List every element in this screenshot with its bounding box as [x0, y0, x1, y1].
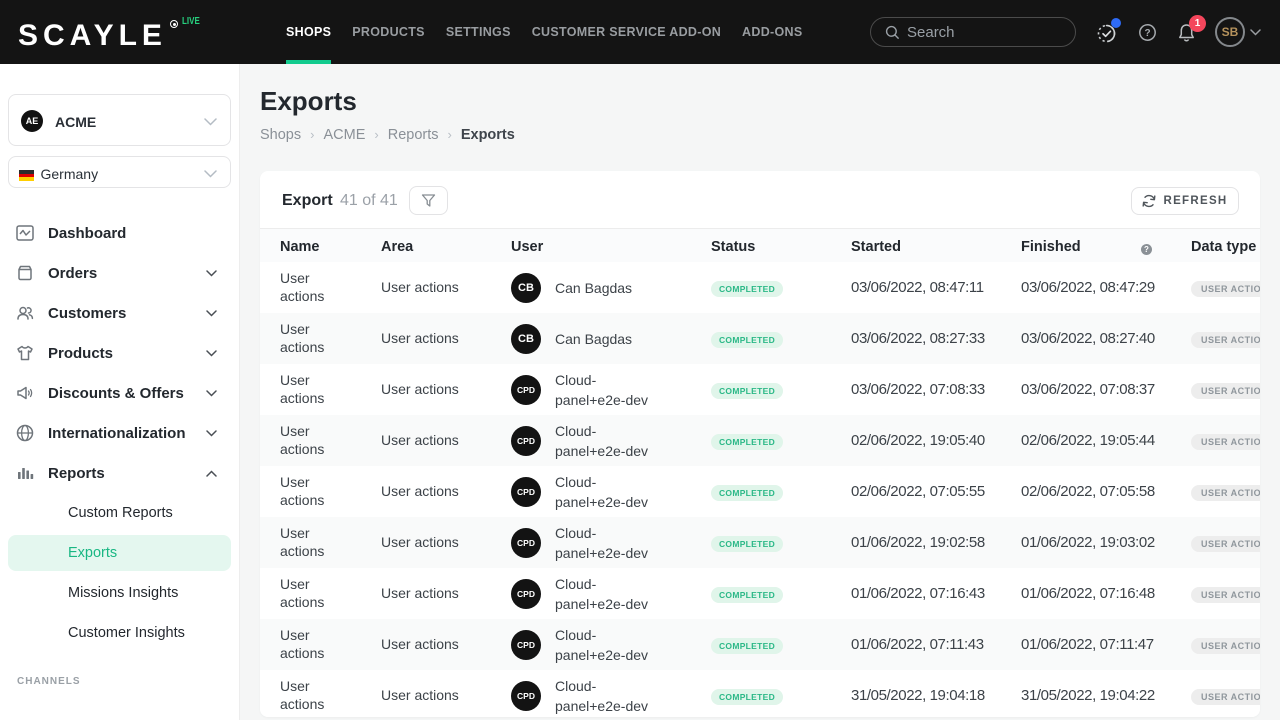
svg-text:?: ?: [1144, 28, 1150, 39]
